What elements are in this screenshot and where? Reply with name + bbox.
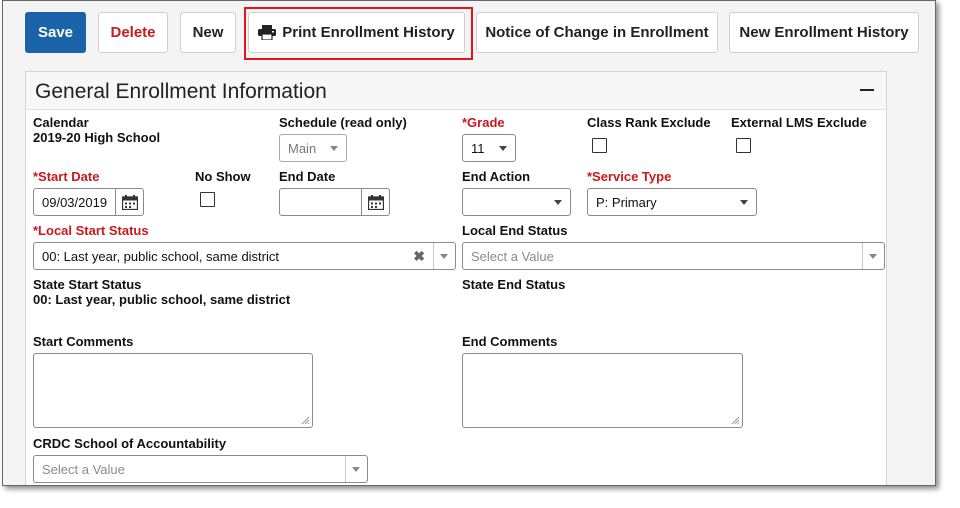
save-button-label: Save <box>37 24 74 41</box>
delete-button-label: Delete <box>110 24 156 41</box>
schedule-select: Main <box>279 134 347 162</box>
state-start-status-value: 00: Last year, public school, same distr… <box>33 292 291 307</box>
general-enrollment-panel: General Enrollment Information Calendar … <box>25 71 887 485</box>
external-lms-exclude-label: External LMS Exclude <box>731 115 867 130</box>
calendar-icon[interactable] <box>361 189 389 215</box>
end-comments-label: End Comments <box>462 334 558 349</box>
chevron-down-icon <box>330 146 338 151</box>
dropdown-toggle[interactable] <box>345 456 367 482</box>
start-date-label: *Start Date <box>33 169 100 184</box>
end-date-input[interactable] <box>279 188 390 216</box>
grade-label: *Grade <box>462 115 505 130</box>
delete-button[interactable]: Delete <box>98 12 168 53</box>
end-date-label: End Date <box>279 169 336 184</box>
save-button[interactable]: Save <box>25 12 86 53</box>
new-history-button-label: New Enrollment History <box>739 24 909 41</box>
class-rank-exclude-label: Class Rank Exclude <box>587 115 711 130</box>
new-button[interactable]: New <box>180 12 236 53</box>
panel-header: General Enrollment Information <box>26 72 886 110</box>
chevron-down-icon <box>554 200 562 205</box>
local-start-status-select[interactable]: 00: Last year, public school, same distr… <box>33 242 456 270</box>
local-end-status-label: Local End Status <box>462 223 568 238</box>
minus-icon[interactable] <box>860 89 874 91</box>
state-start-status-label: State Start Status <box>33 277 142 292</box>
no-show-label: No Show <box>195 169 251 184</box>
grade-value: 11 <box>471 140 485 156</box>
start-date-value: 09/03/2019 <box>42 194 108 210</box>
crdc-school-placeholder: Select a Value <box>42 461 125 477</box>
end-action-select[interactable] <box>462 188 571 216</box>
local-end-status-select[interactable]: Select a Value <box>462 242 885 270</box>
state-end-status-label: State End Status <box>462 277 566 292</box>
start-comments-label: Start Comments <box>33 334 134 349</box>
highlight-box <box>244 7 473 60</box>
service-type-label: *Service Type <box>587 169 672 184</box>
external-lms-exclude-checkbox[interactable] <box>736 138 751 153</box>
resize-grip-icon[interactable] <box>300 415 309 424</box>
class-rank-exclude-checkbox[interactable] <box>592 138 607 153</box>
resize-grip-icon[interactable] <box>730 415 739 424</box>
start-comments-textarea[interactable] <box>33 353 313 428</box>
grade-select[interactable]: 11 <box>462 134 516 162</box>
calendar-icon[interactable] <box>115 189 143 215</box>
panel-title: General Enrollment Information <box>35 80 327 103</box>
notice-of-change-button[interactable]: Notice of Change in Enrollment <box>476 12 718 53</box>
new-button-label: New <box>192 24 224 41</box>
schedule-value: Main <box>288 140 317 156</box>
local-start-status-label: *Local Start Status <box>33 223 149 238</box>
service-type-select[interactable]: P: Primary <box>587 188 757 216</box>
end-comments-textarea[interactable] <box>462 353 743 428</box>
crdc-school-select[interactable]: Select a Value <box>33 455 368 483</box>
end-action-label: End Action <box>462 169 531 184</box>
calendar-value: 2019-20 High School <box>33 130 161 145</box>
chevron-down-icon <box>740 200 748 205</box>
notice-button-label: Notice of Change in Enrollment <box>485 24 709 41</box>
dropdown-toggle[interactable] <box>433 243 455 269</box>
chevron-down-icon <box>869 254 877 259</box>
chevron-down-icon <box>352 467 360 472</box>
start-date-input[interactable]: 09/03/2019 <box>33 188 144 216</box>
action-toolbar: Save Delete New Print Enrollment History… <box>3 1 935 63</box>
service-type-value: P: Primary <box>596 194 657 210</box>
x-icon[interactable]: ✖ <box>413 248 425 265</box>
chevron-down-icon <box>440 254 448 259</box>
schedule-label: Schedule (read only) <box>279 115 407 130</box>
local-start-status-value: 00: Last year, public school, same distr… <box>42 248 280 264</box>
app-window: Save Delete New Print Enrollment History… <box>2 0 936 486</box>
new-enrollment-history-button[interactable]: New Enrollment History <box>729 12 919 53</box>
crdc-school-label: CRDC School of Accountability <box>33 436 227 451</box>
calendar-label: Calendar <box>33 115 89 130</box>
dropdown-toggle[interactable] <box>862 243 884 269</box>
local-end-status-placeholder: Select a Value <box>471 248 554 264</box>
no-show-checkbox[interactable] <box>200 192 215 207</box>
chevron-down-icon <box>499 146 507 151</box>
